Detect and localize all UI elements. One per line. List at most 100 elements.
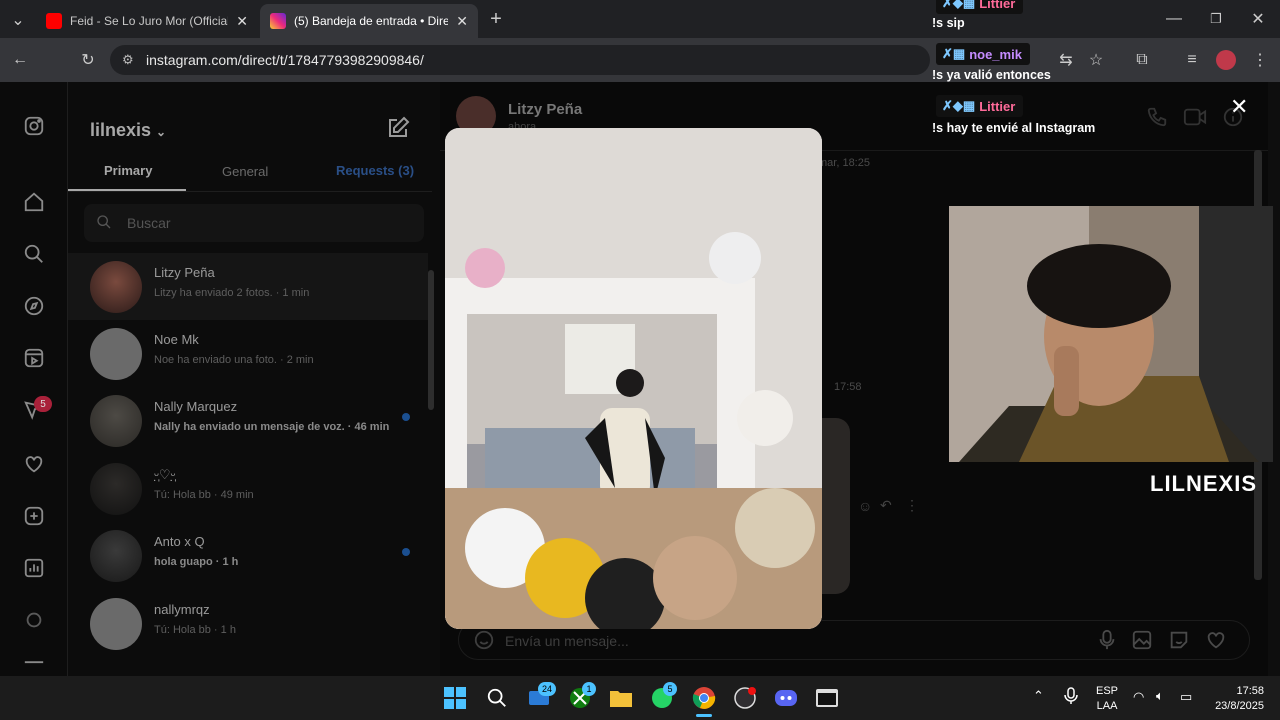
tab-requests[interactable]: Requests (3)	[336, 163, 414, 178]
avatar	[90, 395, 142, 447]
mail-badge: 24	[538, 682, 556, 696]
close-window-icon[interactable]: ✕	[1246, 7, 1270, 31]
maximize-icon[interactable]: ❐	[1204, 7, 1228, 31]
photo-viewer-image[interactable]	[445, 128, 822, 629]
create-icon[interactable]	[18, 500, 50, 532]
search-input[interactable]: Buscar	[84, 204, 424, 242]
close-tab-icon[interactable]: ✕	[456, 13, 468, 30]
chrome-icon[interactable]	[690, 684, 718, 712]
microphone-icon[interactable]	[1097, 629, 1117, 656]
media-control-icon[interactable]: ≡	[1180, 48, 1204, 72]
notification-badge: 5	[34, 396, 52, 412]
chat-username: ✗◆▦ Littier	[936, 0, 1024, 14]
active-app-indicator	[696, 714, 712, 717]
unread-dot	[402, 548, 410, 556]
volume-icon[interactable]: 🔈︎	[1156, 688, 1164, 704]
extensions-icon[interactable]: ⧉	[1130, 48, 1154, 72]
chat-username: ✗◆▦ Littier	[936, 95, 1024, 117]
close-viewer-icon[interactable]: ✕	[1230, 94, 1248, 120]
chat-message: !s ya valió entonces	[932, 68, 1051, 82]
react-emoji-icon[interactable]: ☺	[858, 498, 872, 514]
heart-icon[interactable]	[18, 448, 50, 480]
new-message-icon[interactable]	[386, 116, 410, 145]
contact-name[interactable]: Litzy Peña	[508, 101, 582, 118]
nav-rail	[0, 82, 68, 676]
instagram-logo-icon[interactable]	[18, 110, 50, 142]
xbox-badge: 1	[582, 682, 596, 696]
explore-icon[interactable]	[18, 290, 50, 322]
search-icon[interactable]	[18, 238, 50, 270]
phone-icon[interactable]	[1146, 106, 1168, 133]
sticker-icon[interactable]	[1168, 629, 1190, 656]
tab-divider	[68, 191, 432, 192]
dashboard-icon[interactable]	[18, 552, 50, 584]
like-heart-icon[interactable]	[1205, 629, 1227, 656]
list-item[interactable]: Noe Mk Noe ha enviado una foto. · 2 min	[68, 320, 428, 387]
streamer-label: LILNEXIS	[1150, 471, 1258, 496]
tab-search-icon[interactable]: ⌄	[6, 8, 30, 32]
instagram-icon	[270, 13, 286, 29]
tab-primary[interactable]: Primary	[104, 163, 152, 178]
home-icon[interactable]	[18, 186, 50, 218]
badge-icon: ✗▦	[942, 46, 966, 61]
file-explorer-icon[interactable]	[607, 684, 635, 712]
battery-icon[interactable]: ▭	[1180, 689, 1192, 705]
more-options-icon[interactable]: ⋮	[905, 497, 919, 514]
threads-icon[interactable]	[18, 604, 50, 636]
tab-youtube[interactable]: Feid - Se Lo Juro Mor (Official V ✕	[36, 4, 258, 38]
emoji-icon[interactable]	[473, 629, 495, 656]
chevron-up-icon[interactable]: ⌃	[1033, 688, 1044, 704]
obs-icon[interactable]	[731, 684, 759, 712]
search-icon	[96, 214, 112, 235]
bookmark-star-icon[interactable]: ☆	[1084, 48, 1108, 72]
menu-dots-icon[interactable]: ⋮	[1248, 48, 1272, 72]
input-language[interactable]: ESP LAA	[1096, 684, 1118, 714]
discord-icon[interactable]	[772, 684, 800, 712]
back-arrow-icon[interactable]: ←	[8, 48, 32, 72]
windows-start-icon[interactable]	[441, 684, 469, 712]
reels-icon[interactable]	[18, 342, 50, 374]
timestamp: mar, 18:25	[818, 157, 870, 169]
video-call-icon[interactable]	[1183, 106, 1207, 133]
avatar	[90, 328, 142, 380]
reply-icon[interactable]: ↶	[880, 497, 892, 514]
avatar	[90, 598, 142, 650]
unread-dot	[402, 413, 410, 421]
inbox-scrollbar[interactable]	[428, 270, 434, 410]
taskbar-search-icon[interactable]	[483, 684, 511, 712]
account-switcher[interactable]: lilnexis ⌄	[90, 120, 166, 141]
minimize-icon[interactable]: —	[1162, 7, 1186, 31]
terminal-icon[interactable]	[813, 684, 841, 712]
avatar	[90, 530, 142, 582]
list-item[interactable]: ᵕ̣̣̩♡ᵕ̣̣̩ Tú: Hola bb · 49 min	[68, 455, 428, 522]
site-settings-icon[interactable]: ⚙	[122, 52, 134, 68]
more-menu-icon[interactable]	[18, 656, 50, 672]
photo-message-edge[interactable]	[822, 418, 850, 594]
chat-message: !s sip	[932, 16, 965, 30]
clock[interactable]: 17:58 23/8/2025	[1208, 684, 1264, 714]
badge-icon: ✗◆▦	[942, 0, 976, 10]
microphone-tray-icon[interactable]	[1064, 687, 1078, 710]
badge-icon: ✗◆▦	[942, 98, 976, 113]
reload-icon[interactable]: ↻	[76, 48, 100, 72]
taskbar	[0, 676, 1280, 720]
whatsapp-badge: 5	[663, 682, 677, 696]
wifi-icon[interactable]: ◠	[1133, 689, 1144, 705]
cast-icon[interactable]: ⇆	[1054, 48, 1078, 72]
list-item[interactable]: Litzy Peña Litzy ha enviado 2 fotos. · 1…	[68, 253, 428, 320]
list-item[interactable]: Anto x Q hola guapo · 1 h	[68, 522, 428, 589]
new-tab-button[interactable]: +	[484, 7, 508, 31]
list-item[interactable]: nallymrqz Tú: Hola bb · 1 h	[68, 590, 428, 657]
avatar	[90, 463, 142, 515]
gallery-icon[interactable]	[1131, 629, 1153, 656]
chat-username: ✗▦ noe_mik	[936, 43, 1030, 65]
youtube-icon	[46, 13, 62, 29]
list-item[interactable]: Nally Marquez Nally ha enviado un mensaj…	[68, 387, 428, 454]
chat-message: !s hay te envié al Instagram	[932, 121, 1096, 135]
url-field[interactable]: ⚙ instagram.com/direct/t/178477939829098…	[110, 45, 930, 75]
tab-general[interactable]: General	[222, 164, 268, 179]
avatar	[90, 261, 142, 313]
profile-avatar[interactable]	[1216, 50, 1236, 70]
tab-instagram[interactable]: (5) Bandeja de entrada • Direct ✕	[260, 4, 478, 38]
close-tab-icon[interactable]: ✕	[236, 13, 248, 30]
